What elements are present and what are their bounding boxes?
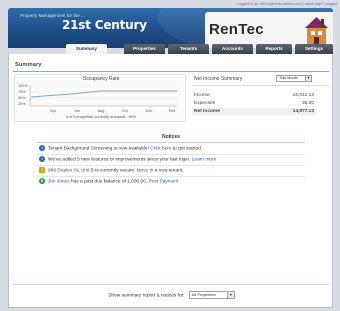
y-tick-label: 25%: [18, 102, 26, 106]
net-income-title: Net Income Summary: [194, 76, 243, 82]
net-income-label: Net Income: [194, 109, 220, 114]
occupancy-panel: Occupancy Rate 100% 75% 50% 25% Apr Jun …: [14, 74, 186, 122]
money-icon: $: [39, 178, 45, 184]
user-email: demo@rentecdirect.com: [260, 2, 302, 6]
tenant-link[interactable]: Jim Jones: [48, 179, 70, 184]
logged-in-label: Logged in as:: [236, 2, 261, 6]
occupancy-chart: 100% 75% 50% 25% Apr Jun Aug Oct Dec Feb: [18, 84, 177, 113]
income-row: Income 15,012.13: [194, 92, 314, 99]
info-icon: i: [39, 156, 45, 162]
footer-divider: [13, 284, 329, 285]
logo-text[interactable]: RenTec: [209, 21, 264, 38]
x-tick-label: Dec: [146, 109, 153, 113]
page-title: Summary: [15, 62, 42, 68]
expenses-label: Expenses: [194, 101, 216, 106]
notice-text: Tenant Background Screening is now avail…: [48, 146, 149, 152]
tab-accounts[interactable]: Accounts: [212, 44, 253, 54]
product-name: 21st Century: [62, 18, 147, 32]
main-tabs: Summary Properties Tenants Accounts Repo…: [8, 44, 333, 54]
warning-icon: !: [39, 167, 45, 173]
filter-value: All Properties: [191, 292, 216, 297]
y-tick-label: 100%: [18, 84, 28, 88]
property-link[interactable]: 989 Duplex St, Unit B: [48, 168, 94, 173]
report-filter: Show summary report & notices for: All P…: [9, 291, 334, 299]
net-income-panel: Net Income Summary This Month ▼ Income 1…: [192, 74, 329, 122]
tab-reports[interactable]: Reports: [256, 44, 292, 54]
x-tick-label: Aug: [98, 109, 105, 113]
click-here-link[interactable]: Click here: [150, 146, 171, 151]
x-tick-label: Apr: [50, 109, 57, 113]
occupancy-title: Occupancy Rate: [82, 76, 120, 82]
post-payment-link[interactable]: Post Payment: [149, 179, 179, 184]
main-content: Summary Occupancy Rate 100% 75% 50% 25% …: [8, 54, 333, 308]
x-tick-label: Jun: [74, 109, 80, 113]
property-filter-select[interactable]: All Properties ▼: [188, 291, 235, 299]
y-tick-label: 50%: [18, 96, 26, 100]
notice-suffix: a new tenant.: [153, 168, 184, 174]
income-label: Income: [194, 93, 210, 98]
chevron-down-icon: ▼: [305, 76, 311, 81]
tab-settings[interactable]: Settings: [295, 44, 333, 54]
x-tick-label: Oct: [122, 109, 129, 113]
x-tick-label: Feb: [169, 109, 176, 113]
divider: [37, 176, 305, 177]
notices-title: Notices: [161, 134, 181, 140]
notices-panel: Notices i Tenant Background Screening is …: [37, 134, 305, 204]
notice-item: i We've added 5 new features or improveme…: [39, 156, 216, 164]
notice-item: i Tenant Background Screening is now avai…: [39, 145, 202, 153]
divider: [37, 165, 305, 166]
divider: [192, 85, 329, 86]
logout-link[interactable]: logout: [327, 2, 337, 6]
help-link[interactable]: need help?: [305, 2, 324, 6]
period-select[interactable]: This Month ▼: [276, 75, 312, 82]
y-tick-label: 75%: [18, 90, 26, 94]
notice-text: We've added 5 new features or improvemen…: [48, 157, 191, 163]
filter-label: Show summary report & notices for:: [108, 293, 185, 299]
divider: [37, 142, 305, 143]
net-income-value: 14,977.13: [292, 109, 314, 114]
expenses-value: 35.00: [301, 101, 314, 106]
tab-properties[interactable]: Properties: [124, 44, 165, 54]
notice-text: is currently vacant.: [93, 168, 136, 174]
occupancy-caption: 4 of 5 properties currently occupied - 8…: [65, 115, 137, 119]
income-value: 15,012.13: [292, 93, 314, 98]
title-divider: [13, 71, 329, 72]
divider: [37, 154, 305, 155]
info-icon: i: [39, 145, 45, 151]
notice-text: has a past due balance of 1,000.00.: [69, 179, 148, 185]
expenses-row: Expenses 35.00: [194, 100, 314, 107]
tab-tenants[interactable]: Tenants: [168, 44, 209, 54]
learn-more-link[interactable]: Learn more: [192, 157, 217, 162]
house-logo-icon: [305, 17, 328, 45]
move-in-link[interactable]: Move in: [137, 168, 154, 173]
account-bar: Logged in as: demo@rentecdirect.com | ne…: [0, 0, 340, 8]
tab-summary[interactable]: Summary: [66, 44, 107, 54]
chevron-down-icon: ▼: [226, 292, 234, 298]
period-value: This Month: [279, 76, 298, 80]
notice-suffix: to get started.: [171, 146, 203, 152]
net-income-total-row: Net Income 14,977.13: [192, 108, 316, 115]
notice-item: $ Jim Jones has a past due balance of 1,0…: [39, 178, 178, 186]
notice-item: ! 989 Duplex St, Unit B is currently vaca…: [39, 167, 183, 175]
